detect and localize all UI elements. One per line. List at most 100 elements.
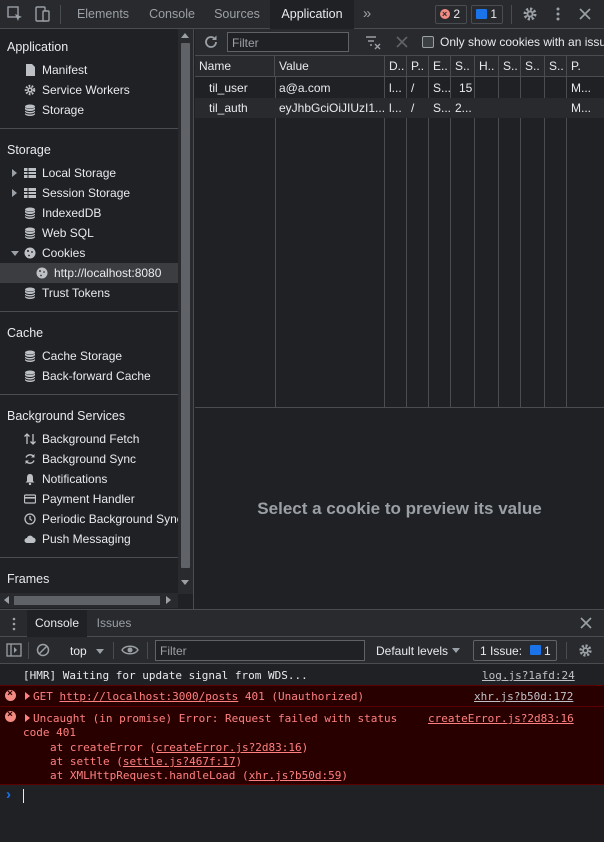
- cookie-priority: M...: [571, 81, 591, 95]
- column-header-priority[interactable]: P.: [567, 56, 604, 76]
- clear-filtered-cookies-icon[interactable]: [365, 35, 381, 51]
- expand-caret-icon[interactable]: [25, 714, 30, 722]
- sidebar-horizontal-scrollbar[interactable]: [0, 593, 178, 608]
- column-header-size[interactable]: S..: [451, 56, 475, 76]
- show-sidebar-icon[interactable]: [6, 643, 22, 657]
- tab-sources[interactable]: Sources: [206, 0, 268, 29]
- drawer-tabbar: Console Issues: [0, 610, 604, 637]
- sidebar-item-payment-handler[interactable]: Payment Handler: [0, 489, 178, 509]
- stack-frame-link[interactable]: createError.js?2d83:16: [156, 741, 302, 754]
- cookie-preview-area: Select a cookie to preview its value: [195, 409, 604, 609]
- document-icon: [26, 64, 35, 76]
- request-url-link[interactable]: http://localhost:3000/posts: [60, 690, 239, 703]
- cookie-domain: l...: [389, 101, 402, 115]
- sidebar-item-service-workers[interactable]: Service Workers: [0, 80, 178, 100]
- context-selector[interactable]: top: [62, 640, 110, 661]
- scroll-right-arrow-icon[interactable]: [166, 596, 171, 604]
- expand-caret-icon[interactable]: [25, 692, 30, 700]
- device-toolbar-icon[interactable]: [33, 5, 51, 23]
- sidebar-item-push-messaging[interactable]: Push Messaging: [0, 529, 178, 549]
- sidebar-item-indexeddb[interactable]: IndexedDB: [0, 203, 178, 223]
- tab-console[interactable]: Console: [140, 0, 204, 29]
- column-header-samesite[interactable]: S..: [521, 56, 545, 76]
- error-icon: ×: [440, 9, 450, 19]
- sidebar-item-storage[interactable]: Storage: [0, 100, 178, 120]
- sidebar-item-local-storage[interactable]: Local Storage: [0, 163, 178, 183]
- refresh-icon[interactable]: [203, 34, 219, 50]
- messages-badge[interactable]: 1: [471, 5, 503, 24]
- scroll-down-arrow-icon[interactable]: [181, 580, 189, 585]
- sidebar-item-cookies[interactable]: Cookies: [0, 243, 178, 263]
- sidebar-item-session-storage[interactable]: Session Storage: [0, 183, 178, 203]
- errors-badge[interactable]: × 2: [435, 5, 467, 24]
- drawer-tab-issues[interactable]: Issues: [90, 610, 138, 637]
- table-row[interactable]: til_auth eyJhbGciOiJIUzI1... l... / S...…: [195, 98, 604, 118]
- section-title-background-services: Background Services: [7, 409, 126, 423]
- column-header-name[interactable]: Name: [195, 56, 275, 76]
- horizontal-scrollbar-thumb[interactable]: [14, 596, 160, 605]
- more-options-icon[interactable]: [549, 5, 567, 23]
- column-header-domain[interactable]: D..: [385, 56, 407, 76]
- section-title-frames: Frames: [7, 572, 50, 586]
- more-tabs-button[interactable]: »: [358, 0, 376, 29]
- sync-icon: [25, 454, 35, 464]
- sidebar-item-background-sync[interactable]: Background Sync: [0, 449, 178, 469]
- scrollbar-thumb[interactable]: [181, 43, 190, 568]
- clear-console-icon[interactable]: [36, 643, 50, 657]
- clock-icon: [24, 513, 36, 525]
- collapse-caret-icon[interactable]: [11, 251, 19, 256]
- close-drawer-icon[interactable]: [580, 617, 592, 629]
- column-header-sameparty[interactable]: S..: [545, 56, 567, 76]
- sidebar-item-notifications[interactable]: Notifications: [0, 469, 178, 489]
- prompt-chevron-icon: ›: [6, 786, 11, 803]
- settings-gear-icon[interactable]: [521, 5, 539, 23]
- only-issues-checkbox[interactable]: [422, 36, 434, 48]
- scroll-left-arrow-icon[interactable]: [4, 596, 9, 604]
- sidebar-item-trust-tokens[interactable]: Trust Tokens: [0, 283, 178, 303]
- sidebar-item-cache-storage[interactable]: Cache Storage: [0, 346, 178, 366]
- cookie-size: 2...: [455, 101, 472, 115]
- console-settings-gear-icon[interactable]: [577, 642, 594, 659]
- tab-elements[interactable]: Elements: [68, 0, 138, 29]
- cookies-table: Name Value D.. P.. E.. S.. H.. S.. S.. S…: [195, 56, 604, 408]
- cookie-icon: [36, 267, 48, 279]
- live-expression-eye-icon[interactable]: [121, 644, 139, 656]
- close-devtools-icon[interactable]: [576, 5, 594, 23]
- drawer-menu-icon[interactable]: [8, 617, 20, 631]
- delete-selected-icon[interactable]: [396, 36, 408, 48]
- sidebar-item-background-fetch[interactable]: Background Fetch: [0, 429, 178, 449]
- sidebar-item-manifest[interactable]: Manifest: [0, 60, 178, 80]
- inspect-element-icon[interactable]: [6, 5, 24, 23]
- column-header-secure[interactable]: S..: [499, 56, 521, 76]
- source-link[interactable]: xhr.js?b50d:172: [474, 690, 573, 703]
- sidebar-item-web-sql[interactable]: Web SQL: [0, 223, 178, 243]
- console-filter-input[interactable]: Filter: [155, 640, 365, 661]
- stack-frame-link[interactable]: settle.js?467f:17: [123, 755, 236, 768]
- tab-application[interactable]: Application: [270, 0, 354, 29]
- expand-caret-icon[interactable]: [12, 189, 17, 197]
- issues-counter-button[interactable]: 1 Issue: 1: [473, 640, 557, 661]
- sidebar-item-periodic-background-sync[interactable]: Periodic Background Sync: [0, 509, 183, 529]
- column-header-path[interactable]: P..: [407, 56, 429, 76]
- column-header-expires[interactable]: E..: [429, 56, 451, 76]
- cookie-path: /: [411, 101, 415, 115]
- sidebar-item-cookie-origin[interactable]: http://localhost:8080: [0, 263, 178, 283]
- cookie-domain: l...: [389, 81, 402, 95]
- source-link[interactable]: log.js?1afd:24: [482, 669, 575, 682]
- cookie-filter-input[interactable]: Filter: [227, 32, 349, 52]
- cookie-size: 15: [459, 81, 473, 95]
- errors-count: 2: [453, 7, 461, 21]
- source-link[interactable]: createError.js?2d83:16: [428, 712, 574, 725]
- column-header-httponly[interactable]: H..: [475, 56, 499, 76]
- sidebar-vertical-scrollbar[interactable]: [178, 29, 193, 594]
- console-prompt[interactable]: ›: [0, 786, 604, 806]
- column-header-value[interactable]: Value: [275, 56, 385, 76]
- log-levels-dropdown[interactable]: Default levels: [370, 640, 466, 661]
- scroll-up-arrow-icon[interactable]: [181, 33, 189, 38]
- expand-caret-icon[interactable]: [12, 169, 17, 177]
- sidebar-item-back-forward-cache[interactable]: Back-forward Cache: [0, 366, 178, 386]
- drawer-tab-console[interactable]: Console: [27, 610, 87, 637]
- table-grid-icon: [24, 168, 36, 178]
- stack-frame-link[interactable]: xhr.js?b50d:59: [249, 769, 342, 782]
- table-row[interactable]: til_user a@a.com l... / S... 15 M...: [195, 78, 604, 98]
